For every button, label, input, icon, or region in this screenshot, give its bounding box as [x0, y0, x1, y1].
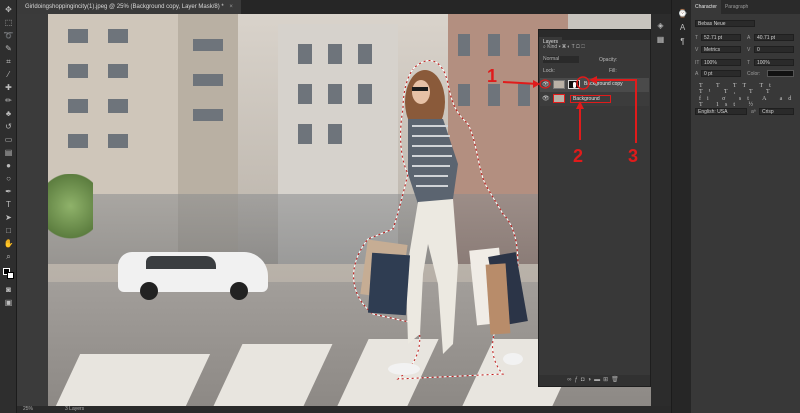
vertical-scale-field[interactable]: 100% [701, 59, 741, 66]
kerning-field[interactable]: Metrics [701, 46, 741, 53]
leading-icon: A [747, 35, 751, 41]
paragraph-panel-icon[interactable]: ¶ [677, 36, 688, 47]
antialias-icon: aª [751, 109, 756, 115]
channels-panel-icon[interactable]: ▦ [655, 34, 666, 45]
collapsed-panels-strip: ⌚ A ¶ [671, 0, 691, 413]
text-color-swatch[interactable] [767, 70, 794, 77]
font-size-field[interactable]: 52.71 pt [701, 34, 741, 41]
opentype-buttons[interactable]: fi σ st A ad T 1st ½ [699, 96, 800, 108]
panel-dock: ◈ ▦ [651, 14, 671, 406]
font-size-icon: T [695, 35, 699, 41]
tab-paragraph[interactable]: Paragraph [721, 0, 752, 14]
color-label: Color: [747, 71, 761, 77]
leading-field[interactable]: 40.71 pt [754, 34, 794, 41]
tracking-field[interactable]: 0 [754, 46, 794, 53]
photoshop-window: ✥ ⬚ ➰ ✎ ⌗ ⁄ ✚ ✏ ♣ ↺ ▭ ▤ ● ○ ✒ T ➤ □ ✋ ⌕ … [0, 0, 800, 413]
character-panel-tabs: Character Paragraph [691, 0, 800, 14]
baseline-shift-icon: A [695, 71, 699, 77]
antialias-select[interactable]: Crisp [759, 108, 794, 115]
vertical-scale-icon: IT [695, 60, 700, 66]
baseline-shift-field[interactable]: 0 pt [701, 70, 741, 77]
kerning-icon: V [695, 47, 699, 53]
annotation-number-1: 1 [487, 66, 498, 86]
layers-panel-icon[interactable]: ◈ [655, 20, 666, 31]
tab-character[interactable]: Character [691, 0, 721, 14]
font-family-select[interactable]: Bebas Neue [695, 20, 755, 27]
character-panel: Character Paragraph Bebas Neue T 52.71 pt… [691, 0, 800, 413]
horizontal-scale-icon: T [747, 60, 751, 66]
history-panel-icon[interactable]: ⌚ [677, 8, 688, 19]
faux-style-buttons[interactable]: T T TT Tt T¹ T₁ T T [699, 83, 800, 95]
language-select[interactable]: English: USA [695, 108, 747, 115]
horizontal-scale-field[interactable]: 100% [754, 59, 794, 66]
annotation-number-3: 3 [628, 146, 639, 166]
annotation-number-2: 2 [573, 146, 584, 166]
tracking-icon: V [747, 47, 751, 53]
character-panel-icon[interactable]: A [677, 22, 688, 33]
